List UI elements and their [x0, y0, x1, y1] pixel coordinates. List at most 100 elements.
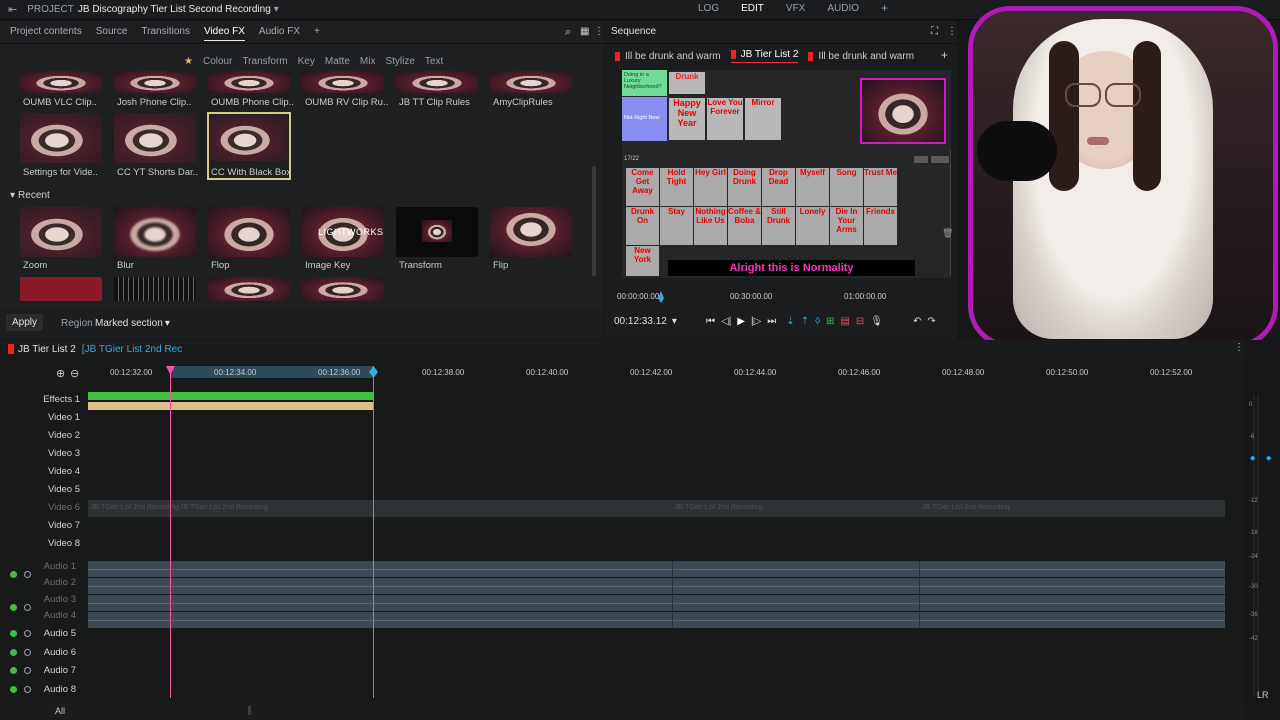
go-to-end-icon[interactable]: ⏭	[767, 316, 776, 327]
undo-icon[interactable]: ↶	[913, 316, 921, 327]
track-label-video-3[interactable]: Video 3	[0, 448, 80, 459]
audio-enable-toggle[interactable]	[10, 630, 17, 637]
exit-icon[interactable]: ⇤	[8, 3, 17, 16]
playhead[interactable]	[170, 366, 171, 698]
fx-thumb[interactable]	[114, 71, 196, 93]
add-icon[interactable]: +	[881, 1, 888, 15]
timeline-scroll-handle[interactable]	[248, 706, 251, 715]
fx-thumb[interactable]	[114, 207, 196, 257]
audio-solo-toggle[interactable]	[24, 630, 31, 637]
insert-icon[interactable]: ⊞	[826, 316, 834, 327]
mode-audio[interactable]: AUDIO	[827, 3, 859, 15]
audio-solo-toggle[interactable]	[24, 571, 31, 578]
more-icon[interactable]: ⋮	[1234, 342, 1244, 353]
fullscreen-icon[interactable]: ⛶	[931, 26, 938, 37]
track-label-video-6[interactable]: Video 6	[0, 502, 80, 513]
mode-edit[interactable]: EDIT	[741, 3, 764, 15]
go-to-start-icon[interactable]: ⏮	[706, 316, 715, 327]
track-label-video-5[interactable]: Video 5	[0, 484, 80, 495]
seq-tab-1[interactable]: Ill be drunk and warm	[615, 49, 721, 63]
fx-thumb[interactable]	[490, 207, 572, 257]
redo-icon[interactable]: ↷	[927, 316, 935, 327]
star-icon[interactable]: ★	[184, 56, 193, 67]
cat-transform[interactable]: Transform	[242, 56, 287, 67]
add-sequence-icon[interactable]: +	[941, 48, 948, 62]
track-label-audio-4[interactable]: Audio 4	[0, 610, 76, 621]
timeline-ruler[interactable]: 00:12:32.00 00:12:34.00 00:12:36.00 00:1…	[88, 364, 1225, 380]
tab-audio-fx[interactable]: Audio FX	[259, 26, 300, 41]
fx-thumb[interactable]	[114, 277, 196, 301]
tab-video-fx[interactable]: Video FX	[203, 26, 245, 41]
step-back-icon[interactable]: ◁|	[721, 316, 731, 327]
region-dropdown[interactable]: Marked section ▾	[95, 318, 170, 329]
mic-icon[interactable]: 🎙	[870, 316, 883, 327]
track-label-effects-1[interactable]: Effects 1	[0, 394, 80, 405]
audio-enable-toggle[interactable]	[10, 649, 17, 656]
more-icon[interactable]: ⋮	[947, 26, 957, 37]
fx-thumb[interactable]	[20, 207, 102, 257]
cat-stylize[interactable]: Stylize	[385, 56, 414, 67]
chevron-down-icon[interactable]: ▾	[274, 4, 279, 15]
fx-thumb[interactable]	[396, 207, 478, 257]
step-forward-icon[interactable]: |▷	[751, 316, 761, 327]
cat-matte[interactable]: Matte	[325, 56, 350, 67]
track-label-audio-2[interactable]: Audio 2	[0, 577, 76, 588]
seq-tab-3[interactable]: Ill be drunk and warm	[808, 49, 914, 63]
audio-enable-toggle[interactable]	[10, 604, 17, 611]
cat-key[interactable]: Key	[298, 56, 315, 67]
grid-view-icon[interactable]: ▦	[580, 26, 589, 37]
sequence-viewer[interactable]: Doing in a Luxury Neighborhood? Not Righ…	[622, 70, 953, 278]
delete-icon[interactable]: ⊟	[856, 316, 864, 327]
zoom-in-icon[interactable]: ⊕	[56, 367, 65, 380]
apply-button[interactable]: Apply	[6, 314, 44, 331]
audio-solo-toggle[interactable]	[24, 604, 31, 611]
fx-thumb[interactable]	[20, 277, 102, 301]
clear-marks-icon[interactable]: ◊	[815, 316, 820, 327]
audio-enable-toggle[interactable]	[10, 686, 17, 693]
fx-thumb[interactable]	[20, 113, 102, 163]
all-tracks-button[interactable]: All	[55, 706, 65, 716]
audio-solo-toggle[interactable]	[24, 649, 31, 656]
cat-mix[interactable]: Mix	[360, 56, 376, 67]
mode-log[interactable]: LOG	[698, 3, 719, 15]
mark-out-icon[interactable]: ⇡	[801, 316, 809, 327]
fx-thumb[interactable]	[208, 277, 290, 301]
scrollbar[interactable]	[592, 166, 596, 276]
track-label-video-7[interactable]: Video 7	[0, 520, 80, 531]
track-label-video-4[interactable]: Video 4	[0, 466, 80, 477]
fx-thumb[interactable]	[210, 115, 288, 161]
audio-enable-toggle[interactable]	[10, 667, 17, 674]
trash-icon[interactable]: 🗑	[942, 228, 953, 239]
mark-out-line[interactable]	[373, 366, 374, 698]
track-label-video-2[interactable]: Video 2	[0, 430, 80, 441]
fx-thumb[interactable]	[302, 277, 384, 301]
scrub-bar[interactable]: 00:00:00.00 00:30:00.00 01:00:00.00	[614, 291, 944, 303]
seq-tab-2[interactable]: JB Tier List 2	[730, 49, 799, 63]
add-tab-icon[interactable]: +	[314, 26, 320, 41]
effects-clip[interactable]	[88, 392, 373, 400]
mode-vfx[interactable]: VFX	[786, 3, 805, 15]
fx-thumb[interactable]	[490, 71, 572, 93]
recent-header[interactable]: ▾ Recent	[10, 190, 50, 201]
tab-project-contents[interactable]: Project contents	[10, 26, 82, 41]
overwrite-icon[interactable]: ▤	[840, 316, 849, 327]
audio-solo-toggle[interactable]	[24, 667, 31, 674]
tab-transitions[interactable]: Transitions	[141, 26, 190, 41]
project-name[interactable]: JB Discography Tier List Second Recordin…	[78, 4, 271, 15]
track-label-video-1[interactable]: Video 1	[0, 412, 80, 423]
fx-thumb[interactable]	[20, 71, 102, 93]
search-icon[interactable]: ⌕	[565, 26, 571, 39]
tab-source[interactable]: Source	[96, 26, 128, 41]
fx-thumb[interactable]	[208, 207, 290, 257]
audio-enable-toggle[interactable]	[10, 571, 17, 578]
track-label-video-8[interactable]: Video 8	[0, 538, 80, 549]
mark-in-icon[interactable]: ⇣	[786, 316, 794, 327]
play-icon[interactable]: ▶	[737, 316, 745, 327]
fx-thumb[interactable]	[302, 71, 384, 93]
timecode-display[interactable]: 00:12:33.12 ▾	[614, 316, 677, 327]
fx-thumb[interactable]	[114, 113, 196, 163]
fx-thumb[interactable]	[208, 71, 290, 93]
audio-solo-toggle[interactable]	[24, 686, 31, 693]
more-icon[interactable]: ⋮	[594, 26, 604, 37]
zoom-out-icon[interactable]: ⊖	[70, 367, 79, 380]
